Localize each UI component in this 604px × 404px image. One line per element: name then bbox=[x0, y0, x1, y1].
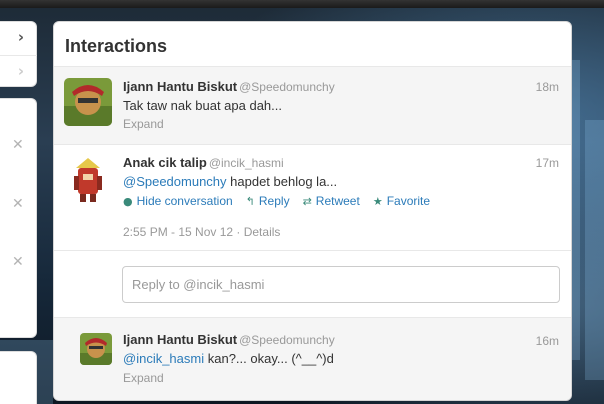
author-name: Anak cik talip bbox=[123, 155, 207, 170]
left-bottom-box bbox=[0, 351, 37, 404]
tweet-actions: ● Hide conversation ↰ Reply ⇄ Retweet ★ … bbox=[123, 194, 430, 208]
tweet-item[interactable]: Anak cik talip @incik_hasmi 17m @Speedomu… bbox=[54, 145, 571, 251]
close-icon[interactable]: ✕ bbox=[12, 197, 24, 211]
tweet-author[interactable]: Ijann Hantu Biskut @Speedomunchy bbox=[123, 79, 335, 94]
retweet-button[interactable]: ⇄ Retweet bbox=[303, 194, 360, 208]
avatar[interactable] bbox=[64, 156, 112, 204]
author-handle: @Speedomunchy bbox=[239, 333, 335, 347]
left-nav-box: › › bbox=[0, 21, 37, 87]
tweet-author[interactable]: Ijann Hantu Biskut @Speedomunchy bbox=[123, 332, 335, 347]
tweet-time[interactable]: 17m bbox=[536, 156, 559, 170]
author-handle: @Speedomunchy bbox=[239, 80, 335, 94]
hide-conversation-label: Hide conversation bbox=[136, 194, 233, 208]
tweet-item[interactable]: Ijann Hantu Biskut @Speedomunchy 18m Tak … bbox=[54, 67, 571, 145]
tweet-author[interactable]: Anak cik talip @incik_hasmi bbox=[123, 155, 284, 170]
panel-header: Interactions bbox=[54, 22, 571, 67]
author-name: Ijann Hantu Biskut bbox=[123, 332, 238, 347]
tweet-text: @Speedomunchy hapdet behlog la... bbox=[123, 174, 337, 189]
tweet-text-body: kan?... okay... (^__^)d bbox=[204, 351, 334, 366]
close-icon[interactable]: ✕ bbox=[12, 138, 24, 152]
tweet-text: Tak taw nak buat apa dah... bbox=[123, 98, 282, 113]
reply-input[interactable]: Reply to @incik_hasmi bbox=[122, 266, 560, 303]
mention-link[interactable]: @incik_hasmi bbox=[123, 351, 204, 366]
tweet-text: @incik_hasmi kan?... okay... (^__^)d bbox=[123, 351, 334, 366]
page-title: Interactions bbox=[65, 36, 168, 56]
favorite-label: Favorite bbox=[386, 194, 431, 208]
reply-button[interactable]: ↰ Reply bbox=[246, 194, 290, 208]
hide-conversation-button[interactable]: ● Hide conversation bbox=[123, 194, 233, 208]
avatar[interactable] bbox=[80, 333, 112, 365]
mention-link[interactable]: @Speedomunchy bbox=[123, 174, 227, 189]
reply-area: Reply to @incik_hasmi bbox=[54, 251, 571, 318]
retweet-label: Retweet bbox=[315, 194, 360, 208]
expand-link[interactable]: Expand bbox=[123, 371, 164, 385]
tweet-time[interactable]: 16m bbox=[536, 334, 559, 348]
close-icon[interactable]: ✕ bbox=[12, 255, 24, 269]
author-name: Ijann Hantu Biskut bbox=[123, 79, 238, 94]
reply-arrow-icon: ↰ bbox=[245, 194, 255, 208]
author-handle: @incik_hasmi bbox=[208, 156, 284, 170]
star-icon: ★ bbox=[372, 194, 383, 208]
speech-bubble-icon: ● bbox=[123, 194, 133, 208]
avatar[interactable] bbox=[64, 78, 112, 126]
expand-link[interactable]: Expand bbox=[123, 117, 164, 131]
top-bar bbox=[0, 0, 604, 8]
tweet-text-body: hapdet behlog la... bbox=[226, 174, 338, 189]
reply-label: Reply bbox=[258, 194, 290, 208]
favorite-button[interactable]: ★ Favorite bbox=[373, 194, 430, 208]
left-list-box: ✕ ✕ ✕ bbox=[0, 98, 37, 338]
chevron-right-icon[interactable]: › bbox=[14, 64, 28, 79]
tweet-item[interactable]: Ijann Hantu Biskut @Speedomunchy 16m @inc… bbox=[54, 318, 571, 400]
chevron-right-icon[interactable]: › bbox=[14, 30, 28, 45]
tweet-time[interactable]: 18m bbox=[536, 80, 559, 94]
tweet-meta[interactable]: 2:55 PM - 15 Nov 12 · Details bbox=[123, 225, 280, 239]
interactions-panel: Interactions Ijann Hantu Biskut @Speedomu… bbox=[53, 21, 572, 401]
retweet-icon: ⇄ bbox=[302, 194, 312, 208]
